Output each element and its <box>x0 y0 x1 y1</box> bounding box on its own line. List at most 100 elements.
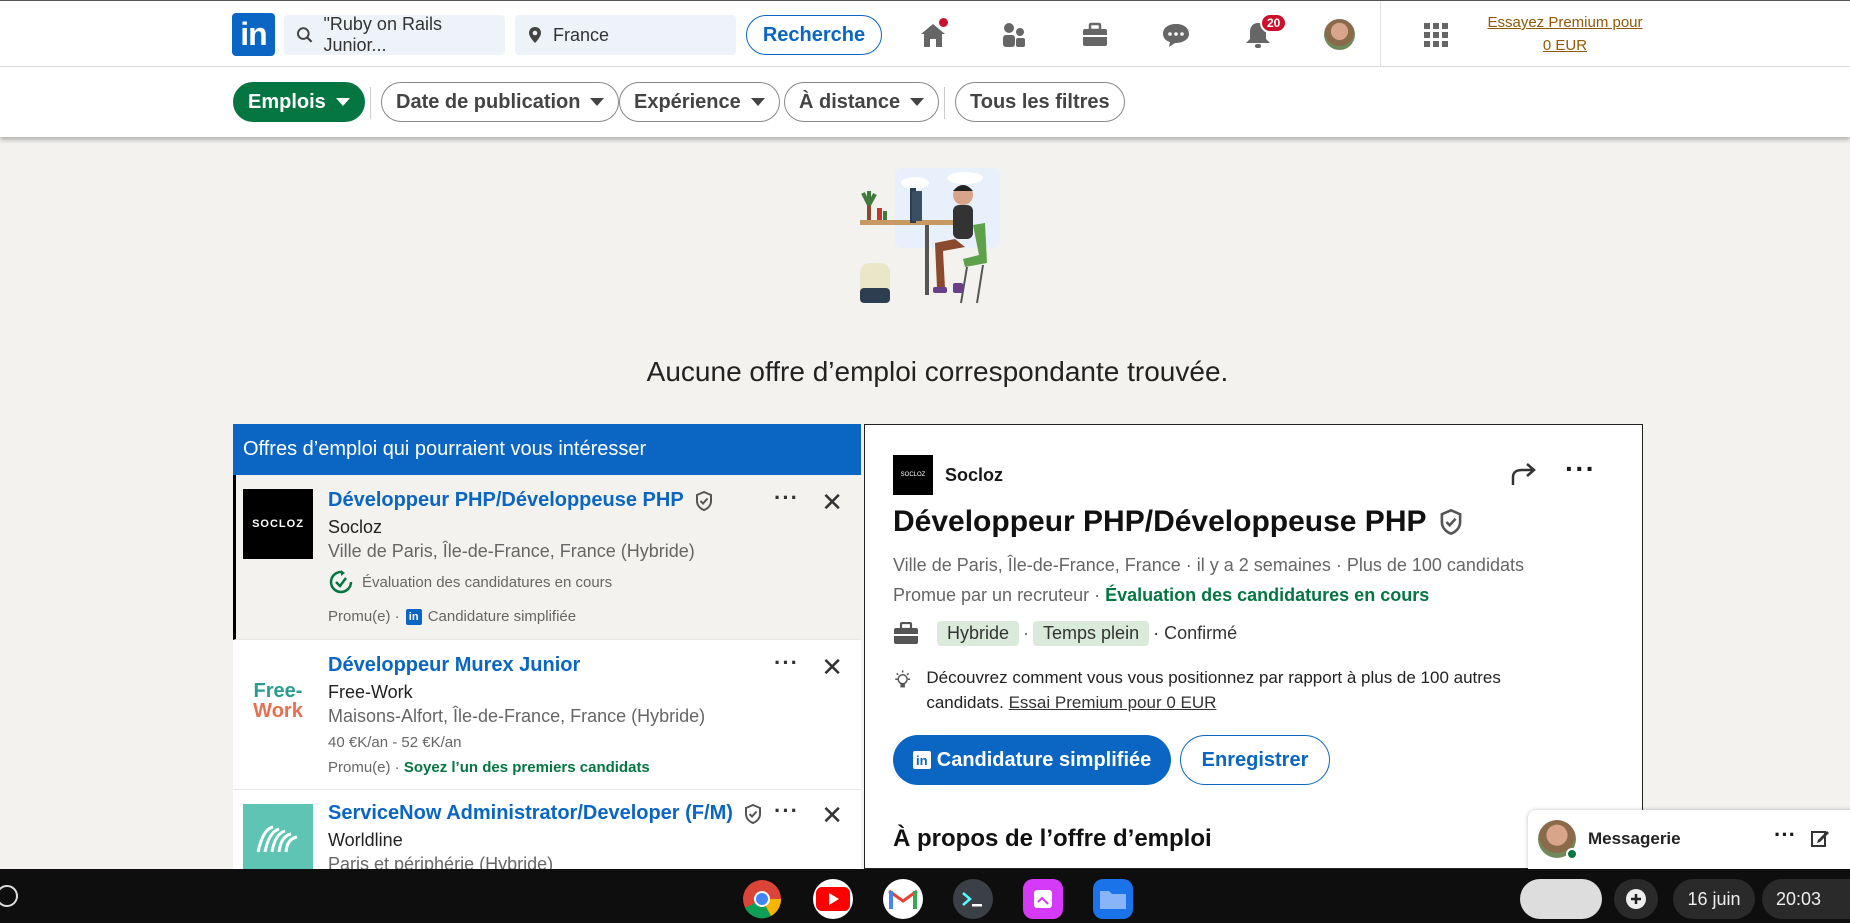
nav-apps[interactable] <box>1418 17 1454 53</box>
more-options-button[interactable]: ··· <box>774 650 799 676</box>
share-icon[interactable] <box>1509 461 1539 487</box>
filter-experience[interactable]: Expérience <box>619 82 780 122</box>
job-title: Développeur PHP/Développeuse PHP <box>328 489 684 511</box>
notifications-badge: 20 <box>1260 13 1288 33</box>
briefcase-icon <box>1083 22 1107 46</box>
premium-insight: Découvrez comment vous vous positionnez … <box>893 665 1573 715</box>
detail-company-logo[interactable]: SOCLOZ <box>893 455 933 495</box>
youtube-app[interactable] <box>813 879 853 919</box>
job-detail-panel: SOCLOZ Socloz ··· Développeur PHP/Dévelo… <box>864 424 1643 869</box>
job-title-link[interactable]: ServiceNow Administrator/Developer (F/M) <box>328 802 762 825</box>
insight-text-block: Découvrez comment vous vous positionnez … <box>926 665 1573 715</box>
chat-icon <box>1163 24 1189 47</box>
empty-state-illustration <box>860 168 1000 304</box>
job-title: ServiceNow Administrator/Developer (F/M) <box>328 802 733 824</box>
plus-circle-icon <box>1626 889 1646 909</box>
messaging-more-button[interactable]: ··· <box>1774 822 1796 848</box>
linkedin-logo[interactable]: in <box>232 13 275 56</box>
filter-all[interactable]: Tous les filtres <box>955 82 1125 122</box>
caret-down-icon <box>910 98 925 106</box>
job-status-text: Évaluation des candidatures en cours <box>362 573 613 591</box>
window-previews[interactable] <box>1520 879 1602 919</box>
premium-trial-link[interactable]: Essai Premium pour 0 EUR <box>1009 693 1217 712</box>
job-status: Évaluation des candidatures en cours <box>328 569 612 595</box>
filter-remote[interactable]: À distance <box>784 82 940 122</box>
chrome-icon <box>743 880 782 919</box>
filter-remote-label: À distance <box>799 90 901 113</box>
global-nav: in "Ruby on Rails Junior... France Reche… <box>0 0 1850 67</box>
launcher-button[interactable] <box>0 885 18 907</box>
briefcase-icon <box>894 621 918 644</box>
tag-type: Temps plein <box>1033 621 1150 646</box>
job-title-link[interactable]: Développeur Murex Junior <box>328 654 580 677</box>
terminal-app[interactable] <box>953 879 993 919</box>
filter-divider <box>370 87 371 119</box>
job-footer: Promu(e) · in Candidature simplifiée <box>328 608 576 625</box>
tag-level: · Confirmé <box>1153 623 1238 643</box>
nav-network[interactable] <box>996 17 1032 53</box>
filter-bar: Emplois Date de publication Expérience À… <box>0 67 1850 137</box>
job-card[interactable]: ServiceNow Administrator/Developer (F/M)… <box>233 790 861 869</box>
filter-date[interactable]: Date de publication <box>381 82 620 122</box>
linkedin-mini-icon: in <box>912 751 931 769</box>
gmail-app[interactable] <box>883 879 923 919</box>
detail-meta: Ville de Paris, Île-de-France, France · … <box>893 555 1524 575</box>
job-title: Développeur Murex Junior <box>328 654 581 676</box>
nav-jobs[interactable] <box>1077 17 1113 53</box>
os-taskbar: 16 juin 20:03 <box>0 869 1850 923</box>
detail-company-name[interactable]: Socloz <box>945 465 1003 486</box>
search-button[interactable]: Recherche <box>746 15 882 55</box>
profile-avatar[interactable] <box>1324 19 1355 50</box>
tray-clock[interactable]: 20:03 <box>1762 879 1850 919</box>
detail-more-options-button[interactable]: ··· <box>1565 453 1596 485</box>
verified-shield-icon <box>745 803 762 824</box>
job-title-link[interactable]: Développeur PHP/Développeuse PHP <box>328 489 713 512</box>
premium-link[interactable]: Essayez Premium pour 0 EUR <box>1480 11 1650 57</box>
clock-text: 20:03 <box>1776 888 1822 909</box>
filter-jobs[interactable]: Emplois <box>233 82 365 122</box>
detail-title-text: Développeur PHP/Développeuse PHP <box>893 505 1427 538</box>
job-salary: 40 €K/an - 52 €K/an <box>328 734 462 751</box>
more-options-button[interactable]: ··· <box>774 485 799 511</box>
dismiss-job-button[interactable]: ✕ <box>821 487 843 518</box>
promoted-label: Promu(e) · <box>328 608 400 625</box>
gallery-app[interactable] <box>1023 879 1063 919</box>
keyword-search-input[interactable]: "Ruby on Rails Junior... <box>284 14 505 55</box>
nav-home[interactable] <box>915 15 951 53</box>
job-card[interactable]: Free- Work Développeur Murex Junior Free… <box>233 640 861 790</box>
no-results-message: Aucune offre d’emploi correspondante tro… <box>646 356 1229 387</box>
search-icon <box>296 27 313 43</box>
nav-messaging[interactable] <box>1158 17 1194 53</box>
filter-date-label: Date de publication <box>396 90 581 113</box>
filter-all-label: Tous les filtres <box>970 90 1110 113</box>
notification-dot <box>936 15 951 30</box>
caret-down-icon <box>335 98 350 106</box>
logo-line1: Free- <box>253 680 303 702</box>
job-company: Free-Work <box>328 682 413 702</box>
youtube-icon <box>816 887 850 911</box>
detail-job-title: Développeur PHP/Développeuse PHP <box>893 505 1463 539</box>
easy-apply-button[interactable]: in Candidature simplifiée <box>893 735 1171 785</box>
dismiss-job-button[interactable]: ✕ <box>821 800 843 831</box>
folder-icon <box>1100 891 1126 909</box>
files-app[interactable] <box>1093 879 1133 919</box>
job-card[interactable]: SOCLOZ Développeur PHP/Développeuse PHP … <box>233 475 861 640</box>
chrome-app[interactable] <box>742 879 782 919</box>
location-search-input[interactable]: France <box>515 15 736 55</box>
tray-add-button[interactable] <box>1614 879 1658 919</box>
job-company: Worldline <box>328 830 403 850</box>
nav-divider <box>1380 1 1381 67</box>
tray-date[interactable]: 16 juin <box>1673 879 1755 919</box>
compose-icon[interactable] <box>1810 828 1830 848</box>
messaging-overlay[interactable]: Messagerie ··· <box>1528 810 1850 870</box>
location-pin-icon <box>529 27 541 43</box>
keyword-value: "Ruby on Rails Junior... <box>323 14 442 55</box>
more-options-button[interactable]: ··· <box>774 798 799 824</box>
terminal-icon <box>962 892 982 907</box>
save-job-button[interactable]: Enregistrer <box>1180 735 1330 785</box>
detail-promo: Promue par un recruteur · <box>893 585 1101 605</box>
job-footer: Promu(e) · Soyez l’un des premiers candi… <box>328 759 650 776</box>
early-applicant-label: Soyez l’un des premiers candidats <box>403 759 650 776</box>
nav-notifications[interactable]: 20 <box>1240 13 1288 53</box>
dismiss-job-button[interactable]: ✕ <box>821 652 843 683</box>
